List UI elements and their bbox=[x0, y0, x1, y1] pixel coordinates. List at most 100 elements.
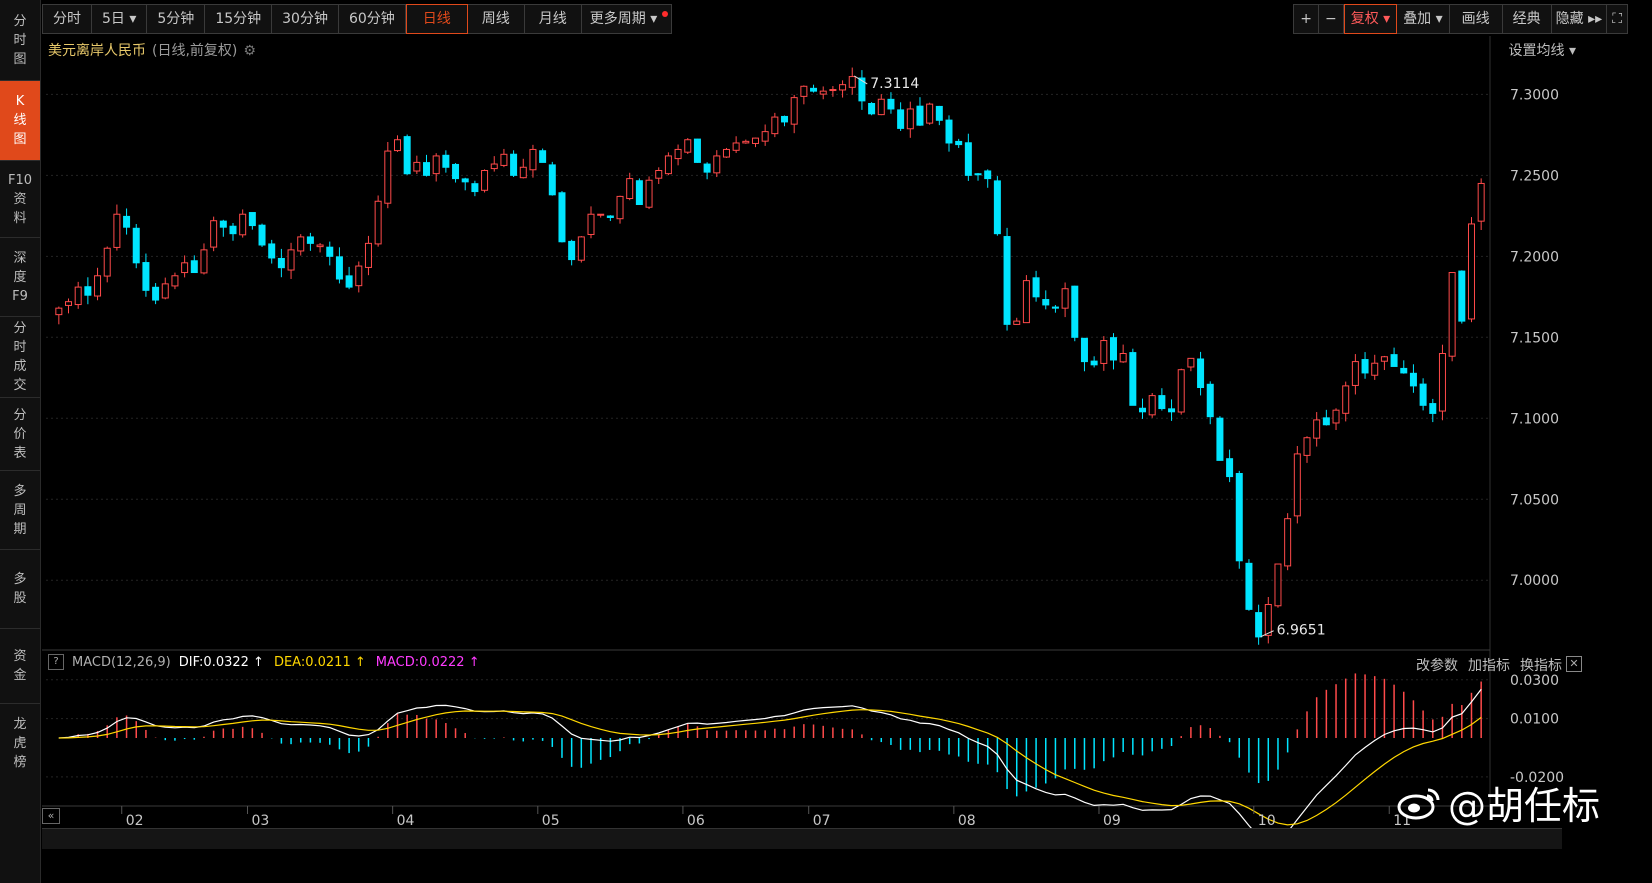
macd-tick-label: 0.0300 bbox=[1510, 673, 1559, 689]
price-tick-label: 7.1500 bbox=[1510, 330, 1559, 346]
date-tick-label: 04 bbox=[397, 813, 415, 829]
close-icon[interactable]: ✕ bbox=[1566, 656, 1582, 672]
candle-body bbox=[1438, 353, 1446, 412]
sidebar-label: K 线 图 bbox=[13, 94, 27, 147]
candle-body bbox=[490, 163, 498, 170]
gear-icon[interactable]: ⚙ bbox=[243, 43, 256, 59]
candle-body bbox=[539, 150, 547, 163]
candles bbox=[55, 67, 1485, 645]
candle-body bbox=[1013, 320, 1021, 325]
change-params-button[interactable]: 改参数 bbox=[1416, 655, 1458, 675]
sidebar-item-ticks[interactable]: 分 时 成 交 bbox=[0, 317, 40, 398]
sidebar-item-timeshare[interactable]: 分 时 图 bbox=[0, 0, 40, 81]
candle-body bbox=[751, 137, 759, 144]
macd-name: MACD(12,26,9) bbox=[72, 654, 171, 670]
candle-body bbox=[935, 105, 943, 121]
adjust-dropdown[interactable]: 复权 ▾ bbox=[1343, 4, 1398, 34]
overlay-dropdown[interactable]: 叠加 ▾ bbox=[1397, 4, 1450, 34]
price-tick-label: 7.3000 bbox=[1510, 87, 1559, 103]
candle-body bbox=[1264, 604, 1272, 636]
fullscreen-icon[interactable]: ⛶ bbox=[1607, 4, 1628, 34]
price-tick-label: 7.0500 bbox=[1510, 492, 1559, 508]
candle-body bbox=[1390, 354, 1398, 367]
candle-body bbox=[1022, 280, 1030, 324]
annotation-arrow bbox=[1260, 630, 1274, 638]
candle-body bbox=[1177, 369, 1185, 413]
candle-body bbox=[945, 119, 953, 144]
period-5day-button[interactable]: 5日 ▾ bbox=[92, 4, 148, 34]
weibo-logo-icon bbox=[1397, 788, 1440, 819]
date-axis: 02 03 04 05 06 07 08 09 10 11 bbox=[121, 806, 1411, 829]
macd-bars bbox=[67, 673, 1482, 797]
hide-button[interactable]: 隐藏 ▸▸ bbox=[1551, 4, 1608, 34]
classic-button[interactable]: 经典 bbox=[1502, 4, 1552, 34]
candle-body bbox=[239, 213, 247, 236]
period-60min-button[interactable]: 60分钟 bbox=[338, 4, 406, 34]
sidebar-label: 资 金 bbox=[13, 649, 27, 683]
watermark-text: @胡任标 bbox=[1448, 784, 1601, 828]
candlestick-chart[interactable]: 7.3000 7.2500 7.2000 7.1500 7.1000 7.0500 7.00… bbox=[0, 0, 1652, 883]
candle-body bbox=[529, 148, 537, 171]
candle-body bbox=[1197, 358, 1205, 389]
sidebar-label: 深 度 F9 bbox=[12, 250, 28, 304]
sidebar-label: 龙 虎 榜 bbox=[13, 716, 27, 770]
period-daily-button[interactable]: 日线 bbox=[405, 4, 468, 34]
candle-body bbox=[839, 84, 847, 91]
candle-body bbox=[955, 140, 963, 146]
candle-body bbox=[171, 275, 179, 287]
help-icon[interactable]: ? bbox=[48, 654, 64, 670]
candle-body bbox=[664, 155, 672, 175]
candle-body bbox=[1168, 408, 1176, 413]
sidebar-item-multi-stock[interactable]: 多 股 bbox=[0, 550, 40, 629]
period-monthly-button[interactable]: 月线 bbox=[524, 4, 582, 34]
dif-value: DIF:0.0322 ↑ bbox=[178, 654, 264, 670]
sidebar-item-price-table[interactable]: 分 价 表 bbox=[0, 398, 40, 471]
candle-body bbox=[142, 262, 150, 291]
period-5min-button[interactable]: 5分钟 bbox=[147, 4, 206, 34]
period-weekly-button[interactable]: 周线 bbox=[467, 4, 525, 34]
candle-body bbox=[1409, 372, 1417, 387]
date-tick-label: 07 bbox=[813, 813, 831, 829]
sidebar-item-kline[interactable]: K 线 图 bbox=[0, 81, 40, 161]
scroll-left-icon[interactable]: « bbox=[42, 808, 60, 824]
draw-line-button[interactable]: 画线 bbox=[1449, 4, 1503, 34]
sidebar-item-f10[interactable]: F10 资 料 bbox=[0, 161, 40, 238]
candle-body bbox=[258, 224, 266, 246]
candle-body bbox=[1100, 340, 1108, 364]
macd-grid bbox=[46, 679, 1488, 778]
zoom-in-button[interactable]: + bbox=[1293, 4, 1319, 34]
add-indicator-button[interactable]: 加指标 bbox=[1468, 655, 1510, 675]
sidebar-label: 多 股 bbox=[13, 572, 27, 606]
candle-body bbox=[790, 97, 798, 125]
candle-body bbox=[1448, 272, 1456, 357]
candle-body bbox=[877, 98, 885, 116]
candle-body bbox=[432, 155, 440, 175]
candle-body bbox=[161, 283, 169, 299]
switch-indicator-button[interactable]: 换指标 bbox=[1520, 655, 1562, 675]
period-15min-button[interactable]: 15分钟 bbox=[205, 4, 273, 34]
candle-body bbox=[1158, 395, 1166, 410]
period-timeshare-button[interactable]: 分时 bbox=[42, 4, 92, 34]
ma-setting-dropdown[interactable]: 设置均线 ▾ bbox=[1509, 40, 1576, 60]
annotation-arrow bbox=[853, 75, 868, 85]
sidebar-item-multi-period[interactable]: 多 周 期 bbox=[0, 471, 40, 550]
chart-subtitle: (日线,前复权) bbox=[152, 43, 238, 59]
sidebar-item-dragon-tiger[interactable]: 龙 虎 榜 bbox=[0, 704, 40, 782]
candle-body bbox=[471, 183, 479, 193]
sidebar-item-capital[interactable]: 资 金 bbox=[0, 629, 40, 704]
candle-body bbox=[906, 108, 914, 130]
period-30min-button[interactable]: 30分钟 bbox=[272, 4, 339, 34]
more-periods-dropdown[interactable]: 更多周期 ▾ bbox=[581, 4, 673, 34]
candle-body bbox=[384, 150, 392, 204]
candle-body bbox=[1458, 270, 1466, 322]
indicator-tab-bar[interactable] bbox=[42, 828, 1562, 849]
candle-body bbox=[287, 249, 295, 271]
candle-body bbox=[626, 178, 634, 200]
zoom-out-button[interactable]: − bbox=[1318, 4, 1344, 34]
sidebar-item-depth[interactable]: 深 度 F9 bbox=[0, 238, 40, 317]
candle-body bbox=[152, 286, 160, 301]
candle-body bbox=[1274, 563, 1282, 607]
candle-body bbox=[829, 89, 837, 92]
candle-body bbox=[993, 180, 1001, 235]
candle-body bbox=[190, 260, 198, 274]
